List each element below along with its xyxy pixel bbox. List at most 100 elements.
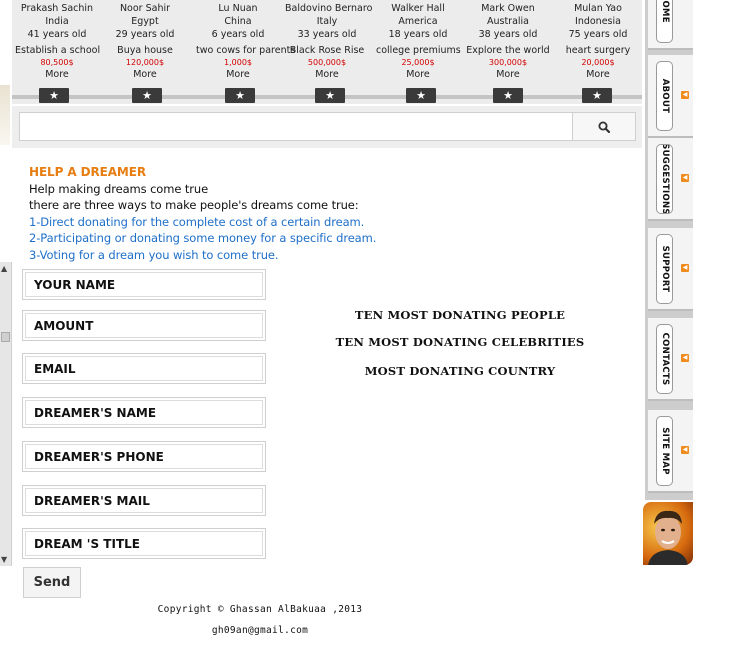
vote-star-button[interactable]: ★	[582, 88, 612, 103]
vote-star-button[interactable]: ★	[225, 88, 255, 103]
dreamer-age: 38 years old	[478, 29, 538, 40]
dreamer-name-field[interactable]	[25, 400, 263, 425]
help-way-1[interactable]: 1-Direct donating for the complete cost …	[29, 214, 429, 231]
nav-tab-label: ABOUT	[656, 61, 673, 131]
dreamer-country: Australia	[486, 16, 530, 27]
vote-star-button[interactable]: ★	[132, 88, 162, 103]
email-field[interactable]	[25, 356, 263, 381]
dreamer-name: Mulan Yao	[574, 3, 622, 14]
star-icon: ★	[142, 89, 152, 102]
your-name-field-wrap	[22, 269, 266, 300]
amount-field[interactable]	[25, 313, 263, 338]
star-icon: ★	[416, 89, 426, 102]
celebrity-avatar[interactable]	[643, 502, 693, 565]
help-way-2[interactable]: 2-Participating or donating some money f…	[29, 230, 429, 247]
more-link[interactable]: More	[103, 69, 187, 80]
dreamer-card: Lu Nuan China 6 years old two cows for p…	[196, 2, 296, 80]
nav-tab-text: CONTACTS	[659, 332, 670, 386]
dreamer-dream: Buya house	[117, 45, 173, 56]
search-bar	[12, 106, 642, 148]
more-link[interactable]: More	[196, 69, 280, 80]
dreamer-card: Prakash Sachin India 41 years old Establ…	[15, 2, 100, 80]
ten-most-donating-celebrities-link[interactable]: TEN MOST DONATING CELEBRITIES	[310, 335, 610, 349]
scroll-up-icon[interactable]: ▲	[1, 264, 7, 273]
scroll-down-icon[interactable]: ▼	[1, 555, 7, 564]
dreamer-dream: heart surgery	[565, 45, 631, 56]
nav-tab-home[interactable]: HOME	[648, 0, 693, 50]
most-donating-country-link[interactable]: MOST DONATING COUNTRY	[310, 364, 610, 378]
your-name-field[interactable]	[25, 272, 263, 297]
dreamer-dream: college premiums	[376, 45, 461, 56]
dreamer-country: India	[45, 16, 69, 27]
nav-tab-text: SITE MAP	[659, 427, 670, 475]
search-icon	[598, 121, 610, 133]
nav-tab-suggestions[interactable]: SUGGESTIONS ◀	[648, 138, 693, 221]
person-photo-icon	[648, 510, 688, 565]
more-link[interactable]: More	[285, 69, 369, 80]
vote-star-button[interactable]: ★	[406, 88, 436, 103]
more-link[interactable]: More	[15, 69, 99, 80]
nav-tab-label: SITE MAP	[656, 416, 673, 486]
dreamer-dream: Black Rose Rise	[289, 45, 365, 56]
arrow-left-icon: ◀	[681, 174, 689, 182]
dream-title-field[interactable]	[25, 531, 263, 556]
arrow-left-icon: ◀	[681, 446, 689, 454]
nav-tab-label: CONTACTS	[656, 324, 673, 394]
ten-most-donating-people-link[interactable]: TEN MOST DONATING PEOPLE	[310, 308, 610, 322]
send-button[interactable]: Send	[23, 567, 81, 598]
star-icon: ★	[503, 89, 513, 102]
dreamer-card: Walker Hall America 18 years old college…	[376, 2, 461, 80]
dreamer-cost: 500,000$	[307, 58, 347, 67]
vote-star-button[interactable]: ★	[39, 88, 69, 103]
nav-tab-label: HOME	[656, 0, 673, 43]
more-link[interactable]: More	[376, 69, 460, 80]
dreamer-cost: 1,000$	[224, 58, 252, 67]
more-link[interactable]: More	[466, 69, 550, 80]
dreamer-phone-field[interactable]	[25, 444, 263, 469]
dreamer-country: Italy	[316, 16, 338, 27]
vote-star-button[interactable]: ★	[315, 88, 345, 103]
nav-tab-about[interactable]: ABOUT ◀	[648, 55, 693, 138]
search-input[interactable]	[19, 112, 574, 141]
dreamer-mail-field[interactable]	[25, 488, 263, 513]
left-decoration	[0, 85, 10, 145]
help-title: HELP A DREAMER	[29, 165, 146, 179]
dreamer-name-field-wrap	[22, 397, 266, 428]
left-scrollbar[interactable]: ▲ ▼	[0, 262, 12, 566]
dreamer-age: 41 years old	[27, 29, 87, 40]
dreamer-card: Mulan Yao Indonesia 75 years old heart s…	[556, 2, 640, 80]
help-way-3[interactable]: 3-Voting for a dream you wish to come tr…	[29, 247, 429, 264]
email-field-wrap	[22, 353, 266, 384]
nav-tab-label: SUPPORT	[656, 234, 673, 304]
dreamer-cost: 25,000$	[401, 58, 435, 67]
dreamer-card: Baldovino Bernaro Italy 33 years old Bla…	[285, 2, 372, 80]
scroll-thumb[interactable]	[1, 332, 10, 342]
dreamer-country: America	[398, 16, 438, 27]
dreamer-cost: 80,500$	[40, 58, 74, 67]
help-tagline: Help making dreams come true	[29, 181, 209, 196]
dreamer-name: Lu Nuan	[218, 3, 258, 14]
arrow-left-icon: ◀	[681, 354, 689, 362]
nav-tab-support[interactable]: SUPPORT ◀	[648, 228, 693, 311]
nav-tab-site-map[interactable]: SITE MAP ◀	[648, 410, 693, 493]
vote-star-button[interactable]: ★	[493, 88, 523, 103]
nav-tab-text: SUGGESTIONS	[659, 144, 670, 214]
dreamer-age: 29 years old	[115, 29, 175, 40]
dreamer-age: 6 years old	[211, 29, 265, 40]
dream-title-field-wrap	[22, 528, 266, 559]
dreamer-country: Egypt	[131, 16, 159, 27]
dreamer-age: 75 years old	[568, 29, 628, 40]
footer-email[interactable]: gh09an@gmail.com	[100, 625, 420, 636]
search-button[interactable]	[572, 112, 636, 141]
dreamer-name: Walker Hall	[391, 3, 445, 14]
star-icon: ★	[235, 89, 245, 102]
dreamer-dream: two cows for parents	[196, 45, 296, 56]
dreamer-cost: 120,000$	[125, 58, 165, 67]
dreamer-name: Prakash Sachin	[20, 3, 94, 14]
nav-tab-contacts[interactable]: CONTACTS ◀	[648, 318, 693, 401]
dreamer-dream: Explore the world	[466, 45, 550, 56]
nav-tab-text: HOME	[659, 0, 670, 23]
dreamer-name: Mark Owen	[481, 3, 535, 14]
dreamer-age: 33 years old	[297, 29, 357, 40]
more-link[interactable]: More	[556, 69, 640, 80]
